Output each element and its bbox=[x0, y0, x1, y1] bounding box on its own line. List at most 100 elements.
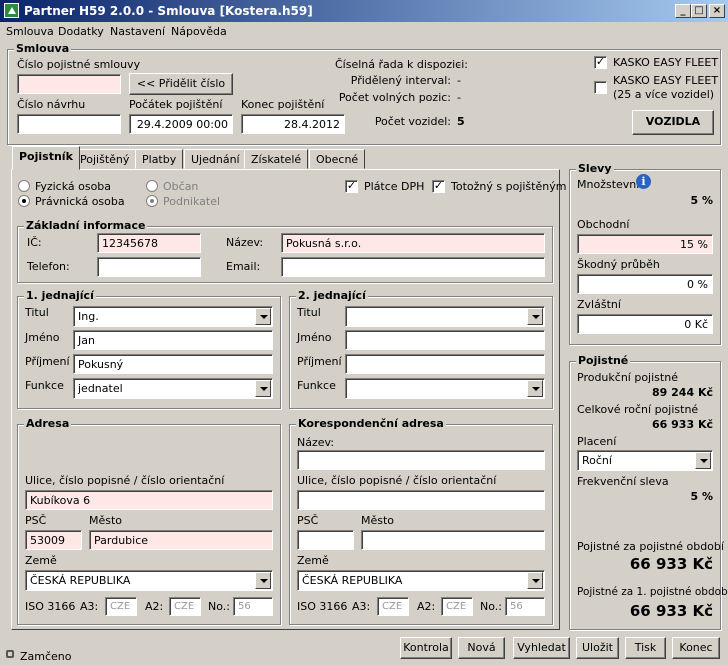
ic-input[interactable]: 12345678 bbox=[97, 233, 201, 253]
menu-nastaveni[interactable]: Nastavení bbox=[110, 25, 165, 38]
j2-prijmeni-input[interactable] bbox=[345, 354, 545, 374]
tab-ziskatele[interactable]: Získatelé bbox=[244, 149, 309, 169]
j2-prijmeni-label: Příjmení bbox=[297, 355, 342, 368]
j2-titul-select[interactable] bbox=[345, 306, 545, 327]
konec-button[interactable]: Konec bbox=[672, 637, 720, 659]
minimize-button[interactable]: _ bbox=[675, 4, 691, 18]
kor-a2-label: A2: bbox=[417, 600, 436, 613]
chevron-down-icon[interactable] bbox=[527, 572, 543, 589]
kor-no-label: No.: bbox=[480, 600, 502, 613]
podnikatel-radio[interactable] bbox=[146, 195, 158, 207]
vehicles-count-value: 5 bbox=[457, 115, 465, 128]
adresa-mesto-input[interactable]: Pardubice bbox=[89, 530, 273, 550]
adresa-no-input[interactable]: 56 bbox=[233, 597, 273, 616]
j2-funkce-select[interactable] bbox=[345, 378, 545, 399]
j2-jmeno-input[interactable] bbox=[345, 330, 545, 350]
kor-psc-label: PSČ bbox=[297, 514, 319, 527]
zvlastni-input[interactable]: 0 Kč bbox=[577, 314, 713, 334]
nova-button[interactable]: Nová bbox=[458, 637, 505, 659]
assign-number-button[interactable]: << Přidělit číslo bbox=[129, 73, 233, 95]
fyzicka-osoba-radio[interactable] bbox=[18, 180, 30, 192]
mnozstevni-label: Množstevní bbox=[577, 178, 640, 191]
chevron-down-icon[interactable] bbox=[255, 572, 271, 589]
j2-funkce-label: Funkce bbox=[297, 379, 336, 392]
kasko-easy-fleet-checkbox[interactable]: ✓ bbox=[594, 56, 607, 69]
kor-nazev-input[interactable] bbox=[297, 450, 545, 470]
zvlastni-label: Zvláštní bbox=[577, 298, 621, 311]
email-input[interactable] bbox=[281, 257, 545, 277]
tab-platby[interactable]: Platby bbox=[135, 149, 184, 169]
menu-dodatky[interactable]: Dodatky bbox=[58, 25, 104, 38]
jednajici-2-title: 2. jednající bbox=[296, 289, 368, 302]
kor-iso-label: ISO 3166 bbox=[297, 600, 348, 613]
free-positions-label: Počet volných pozic: bbox=[338, 91, 451, 104]
kor-ulice-input[interactable] bbox=[297, 490, 545, 510]
adresa-group bbox=[17, 424, 281, 625]
j2-jmeno-label: Jméno bbox=[297, 331, 332, 344]
mnozstevni-value: 5 % bbox=[690, 194, 713, 207]
tab-pojistnik[interactable]: Pojistník bbox=[12, 146, 80, 170]
adresa-a3-input[interactable]: CZE bbox=[105, 597, 137, 616]
pravnicka-osoba-radio[interactable] bbox=[18, 195, 30, 207]
contract-number-input[interactable] bbox=[17, 74, 121, 94]
kor-no-input[interactable]: 56 bbox=[505, 597, 545, 616]
chevron-down-icon[interactable] bbox=[527, 308, 543, 325]
adresa-ulice-input[interactable]: Kubíkova 6 bbox=[25, 490, 273, 510]
kor-mesto-input[interactable] bbox=[361, 530, 545, 550]
adresa-no-label: No.: bbox=[208, 600, 230, 613]
kor-psc-input[interactable] bbox=[297, 530, 354, 550]
vyhledat-button[interactable]: Vyhledat bbox=[513, 637, 570, 659]
platce-dph-checkbox[interactable]: ✓ bbox=[345, 180, 358, 193]
chevron-down-icon[interactable] bbox=[527, 380, 543, 397]
obchodni-input[interactable]: 15 % bbox=[577, 234, 713, 254]
slevy-title: Slevy bbox=[576, 162, 614, 175]
tab-obecne[interactable]: Obecné bbox=[309, 149, 366, 169]
adresa-title: Adresa bbox=[24, 417, 72, 430]
chevron-down-icon[interactable] bbox=[255, 380, 271, 397]
end-date-input[interactable]: 28.4.2012 bbox=[241, 114, 345, 134]
vehicles-count-label: Počet vozidel: bbox=[374, 115, 451, 128]
pravnicka-osoba-label: Právnická osoba bbox=[35, 195, 125, 208]
kasko-easy-fleet-25-sub: (25 a více vozidel) bbox=[613, 88, 715, 101]
podnikatel-label: Podnikatel bbox=[163, 195, 221, 208]
j1-prijmeni-input[interactable]: Pokusný bbox=[73, 354, 273, 374]
obcan-radio[interactable] bbox=[146, 180, 158, 192]
kor-zeme-select[interactable]: ČESKÁ REPUBLIKA bbox=[297, 570, 545, 591]
placeni-select[interactable]: Roční bbox=[577, 450, 713, 471]
tab-pojisteny[interactable]: Pojištěný bbox=[73, 149, 137, 169]
start-date-label: Počátek pojištění bbox=[129, 98, 223, 111]
proposal-number-input[interactable] bbox=[17, 114, 121, 134]
adresa-psc-input[interactable]: 53009 bbox=[25, 530, 82, 550]
nazev-input[interactable]: Pokusná s.r.o. bbox=[281, 233, 545, 253]
korespondencni-title: Korespondenční adresa bbox=[296, 417, 446, 430]
tab-ujednani[interactable]: Ujednání bbox=[184, 149, 247, 169]
j2-titul-label: Titul bbox=[297, 306, 321, 319]
number-series-value: - bbox=[457, 58, 461, 71]
kasko-easy-fleet-25-label: KASKO EASY FLEET bbox=[613, 74, 719, 87]
skodny-input[interactable]: 0 % bbox=[577, 274, 713, 294]
adresa-a2-input[interactable]: CZE bbox=[169, 597, 201, 616]
adresa-zeme-select[interactable]: ČESKÁ REPUBLIKA bbox=[25, 570, 273, 591]
close-button[interactable]: × bbox=[709, 4, 725, 18]
telefon-input[interactable] bbox=[97, 257, 201, 277]
adresa-mesto-label: Město bbox=[89, 514, 123, 527]
tisk-button[interactable]: Tisk bbox=[625, 637, 666, 659]
vehicles-button[interactable]: VOZIDLA bbox=[632, 110, 714, 135]
maximize-button[interactable]: □ bbox=[691, 4, 707, 18]
kasko-easy-fleet-25-checkbox[interactable] bbox=[594, 81, 607, 94]
totozny-checkbox[interactable]: ✓ bbox=[432, 180, 445, 193]
menu-napoveda[interactable]: Nápověda bbox=[171, 25, 227, 38]
chevron-down-icon[interactable] bbox=[695, 452, 711, 469]
j1-titul-select[interactable]: Ing. bbox=[73, 306, 273, 327]
chevron-down-icon[interactable] bbox=[255, 308, 271, 325]
kor-a3-input[interactable]: CZE bbox=[377, 597, 409, 616]
info-icon[interactable]: i bbox=[636, 174, 651, 189]
j1-funkce-select[interactable]: jednatel bbox=[73, 378, 273, 399]
kontrola-button[interactable]: Kontrola bbox=[400, 637, 452, 659]
menu-smlouva[interactable]: Smlouva bbox=[6, 25, 54, 38]
ulozit-button[interactable]: Uložit bbox=[576, 637, 619, 659]
kor-a2-input[interactable]: CZE bbox=[441, 597, 473, 616]
start-date-input[interactable]: 29.4.2009 00:00 bbox=[129, 114, 233, 134]
j1-jmeno-input[interactable]: Jan bbox=[73, 330, 273, 350]
number-series-label: Číselná řada k dispozici: bbox=[335, 58, 468, 71]
